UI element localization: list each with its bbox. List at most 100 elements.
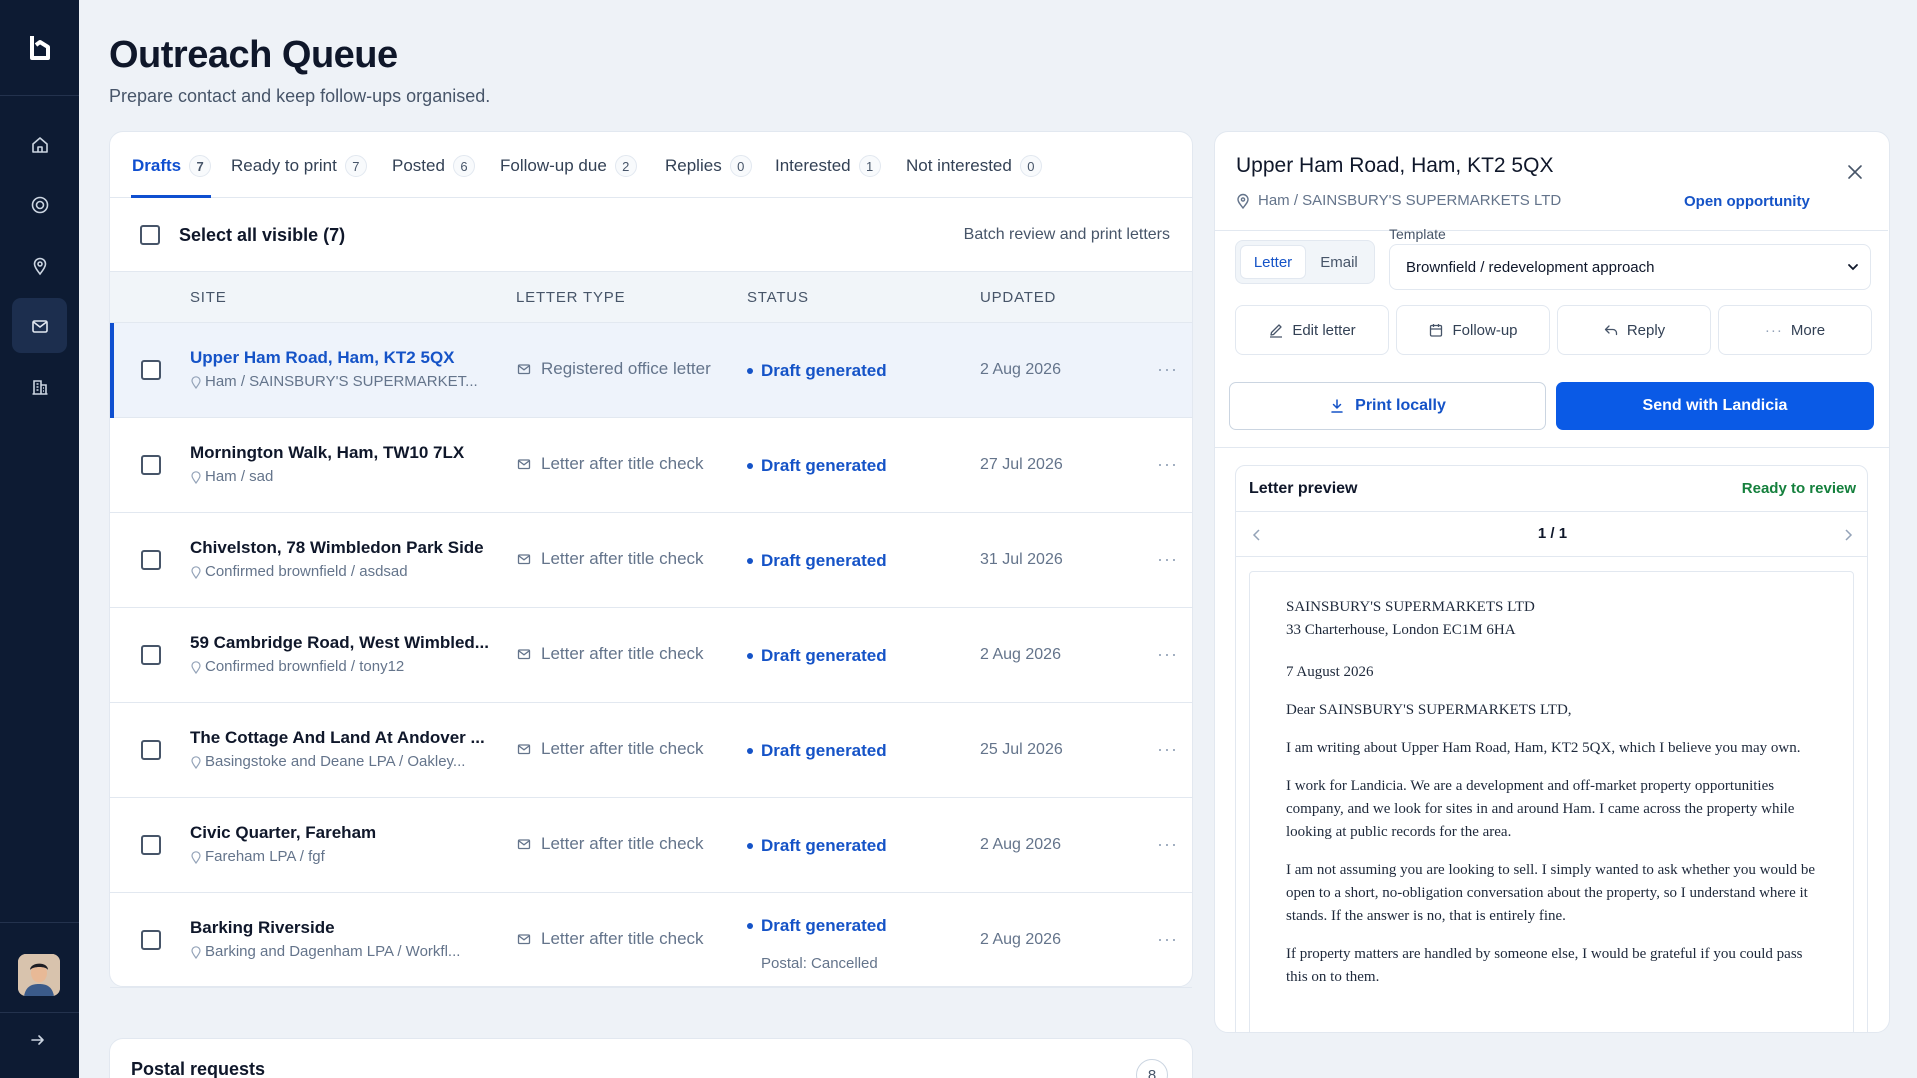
table-row[interactable]: Mornington Walk, Ham, TW10 7LX Ham / sad… <box>110 418 1192 513</box>
site-name[interactable]: Chivelston, 78 Wimbledon Park Side <box>190 538 484 558</box>
status-dot <box>747 923 753 929</box>
row-menu-button[interactable]: ··· <box>1157 549 1178 570</box>
site-location-text: Fareham LPA / fgf <box>205 848 325 865</box>
tab-follow-up-due[interactable]: Follow-up due 2 <box>500 154 637 178</box>
send-with-landicia-button[interactable]: Send with Landicia <box>1556 382 1874 430</box>
row-checkbox[interactable] <box>141 550 161 570</box>
row-menu-button[interactable]: ··· <box>1157 644 1178 665</box>
avatar-image <box>18 954 60 996</box>
letter-type-text: Letter after title check <box>541 834 704 853</box>
tab-label: Replies <box>665 156 722 175</box>
queue-card: Drafts 7 Ready to print 7 Posted 6 Follow-u… <box>109 131 1193 988</box>
nav-buildings[interactable] <box>12 359 67 414</box>
batch-review-button[interactable]: Batch review and print letters <box>964 226 1170 244</box>
detail-panel: Upper Ham Road, Ham, KT2 5QX Ham / SAINS… <box>1214 131 1890 1033</box>
updated-date: 31 Jul 2026 <box>980 551 1063 568</box>
row-menu-button[interactable]: ··· <box>1157 454 1178 475</box>
tab-label: Posted <box>392 156 445 175</box>
site-name[interactable]: Mornington Walk, Ham, TW10 7LX <box>190 443 464 463</box>
site-location: Basingstoke and Deane LPA / Oakley... <box>190 753 465 770</box>
select-all-checkbox[interactable] <box>140 225 160 245</box>
tab-drafts[interactable]: Drafts 7 <box>132 154 212 178</box>
tab-not-interested[interactable]: Not interested 0 <box>906 154 1042 178</box>
open-opportunity-link[interactable]: Open opportunity <box>1684 193 1810 210</box>
template-select[interactable]: Brownfield / redevelopment approach <box>1389 244 1871 290</box>
row-menu-button[interactable]: ··· <box>1157 739 1178 760</box>
nav-map[interactable] <box>12 238 67 293</box>
channel-email-button[interactable]: Email <box>1308 245 1370 279</box>
letter-date: 7 August 2026 <box>1286 664 1374 680</box>
row-menu-button[interactable]: ··· <box>1157 359 1178 380</box>
letter-preview-title: Letter preview <box>1249 480 1358 497</box>
mail-icon <box>517 554 531 565</box>
table-row[interactable]: The Cottage And Land At Andover ... Basi… <box>110 703 1192 798</box>
map-pin-icon <box>191 755 201 769</box>
table-row[interactable]: Barking Riverside Barking and Dagenham L… <box>110 893 1192 988</box>
page-subtitle: Prepare contact and keep follow-ups orga… <box>109 86 491 106</box>
letter-preview-status: Ready to review <box>1741 480 1856 497</box>
nav-home[interactable] <box>12 117 67 172</box>
status-badge: Draft generated <box>747 361 887 381</box>
site-location-text: Basingstoke and Deane LPA / Oakley... <box>205 753 466 770</box>
row-checkbox[interactable] <box>141 645 161 665</box>
site-location-text: Confirmed brownfield / asdsad <box>205 563 408 580</box>
postal-requests-title: Postal requests <box>131 1059 266 1078</box>
letter-type-text: Registered office letter <box>541 359 711 378</box>
letter-page: SAINSBURY'S SUPERMARKETS LTD 33 Charterh… <box>1249 571 1854 1032</box>
site-name[interactable]: The Cottage And Land At Andover ... <box>190 728 485 748</box>
app-logo[interactable] <box>0 0 79 96</box>
site-name[interactable]: Barking Riverside <box>190 918 335 938</box>
tab-label: Not interested <box>906 156 1012 175</box>
nav-target[interactable] <box>12 177 67 232</box>
letter-preview-header: Letter preview Ready to review <box>1236 466 1867 512</box>
edit-letter-button[interactable]: Edit letter <box>1235 305 1389 355</box>
arrow-right-icon <box>31 1035 44 1045</box>
table-row[interactable]: 59 Cambridge Road, West Wimbled... Confi… <box>110 608 1192 703</box>
select-all-row: Select all visible (7) Batch review and … <box>110 198 1192 272</box>
site-location-text: Ham / sad <box>205 468 274 485</box>
channel-letter-button[interactable]: Letter <box>1240 245 1306 279</box>
row-checkbox[interactable] <box>141 835 161 855</box>
letter-type-text: Letter after title check <box>541 644 704 663</box>
letter-type: Letter after title check <box>517 549 704 569</box>
site-name[interactable]: Upper Ham Road, Ham, KT2 5QX <box>190 348 455 368</box>
row-checkbox[interactable] <box>141 455 161 475</box>
status-dot <box>747 368 753 374</box>
table-row[interactable]: Civic Quarter, Fareham Fareham LPA / fgf… <box>110 798 1192 893</box>
postal-requests-count: 8 <box>1136 1059 1168 1078</box>
status-text: Draft generated <box>761 456 887 475</box>
tab-ready-to-print[interactable]: Ready to print 7 <box>231 154 367 178</box>
target-icon <box>31 196 48 213</box>
user-avatar[interactable] <box>18 954 60 996</box>
column-site: SITE <box>190 289 227 306</box>
letter-type: Registered office letter <box>517 359 711 379</box>
site-name[interactable]: 59 Cambridge Road, West Wimbled... <box>190 633 489 653</box>
tab-replies[interactable]: Replies 0 <box>665 154 752 178</box>
reply-button[interactable]: Reply <box>1557 305 1711 355</box>
row-checkbox[interactable] <box>141 740 161 760</box>
follow-up-button[interactable]: Follow-up <box>1396 305 1550 355</box>
row-menu-button[interactable]: ··· <box>1157 834 1178 855</box>
expand-sidebar-button[interactable] <box>28 1030 48 1055</box>
row-checkbox[interactable] <box>141 360 161 380</box>
row-menu-button[interactable]: ··· <box>1157 929 1178 950</box>
print-locally-button[interactable]: Print locally <box>1229 382 1546 430</box>
recipient-name: SAINSBURY'S SUPERMARKETS LTD <box>1286 599 1535 615</box>
tab-posted[interactable]: Posted 6 <box>392 154 475 178</box>
site-name[interactable]: Civic Quarter, Fareham <box>190 823 376 843</box>
tab-count: 7 <box>189 155 212 177</box>
more-button[interactable]: ··· More <box>1718 305 1872 355</box>
site-location: Confirmed brownfield / tony12 <box>190 658 404 675</box>
table-row[interactable]: Upper Ham Road, Ham, KT2 5QX Ham / SAINS… <box>110 323 1192 418</box>
table-row[interactable]: Chivelston, 78 Wimbledon Park Side Confi… <box>110 513 1192 608</box>
close-panel-button[interactable] <box>1847 164 1863 185</box>
chevron-right-icon[interactable] <box>1843 529 1853 541</box>
tab-count: 1 <box>858 155 881 177</box>
row-checkbox[interactable] <box>141 930 161 950</box>
nav-outreach[interactable] <box>12 298 67 353</box>
letter-pager: 1 / 1 <box>1236 512 1867 557</box>
more-label: More <box>1790 321 1826 339</box>
building-icon <box>32 379 47 395</box>
tab-interested[interactable]: Interested 1 <box>775 154 881 178</box>
chevron-down-icon <box>1848 264 1858 271</box>
